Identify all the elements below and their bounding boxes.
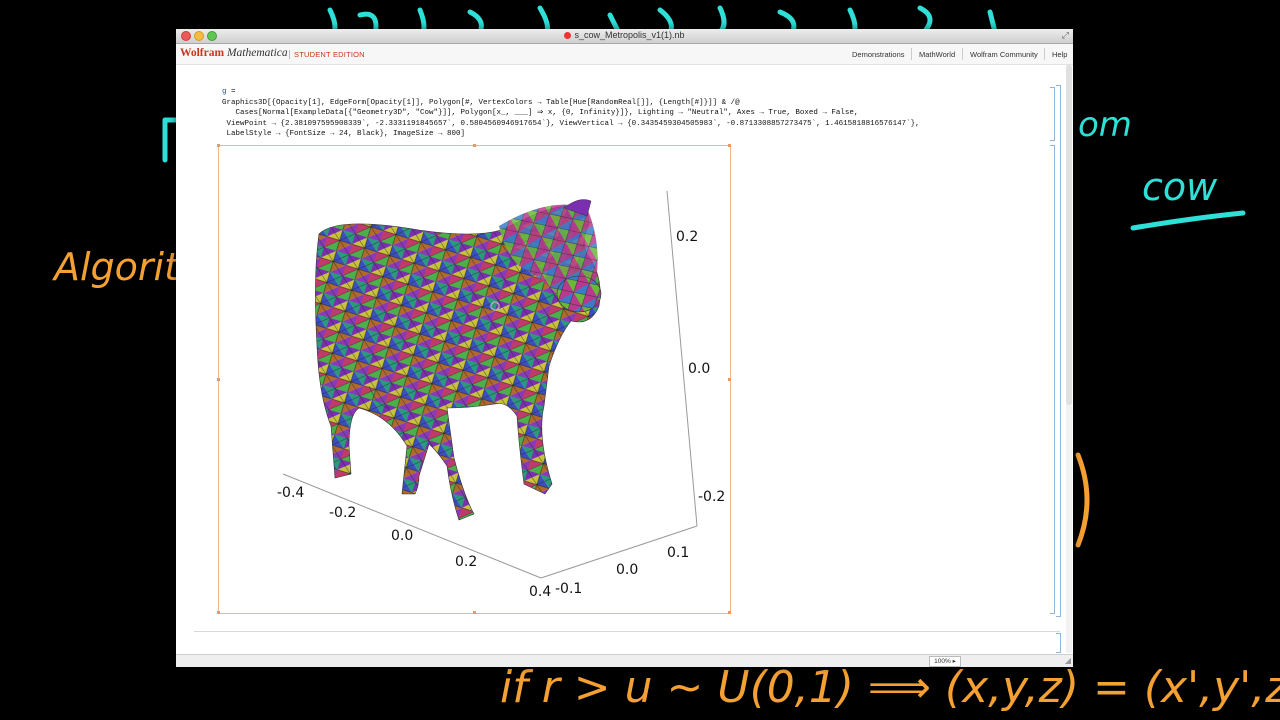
- zoom-level: 100%: [934, 658, 951, 665]
- notebook-file-icon: [564, 32, 572, 39]
- output-cell-bracket[interactable]: [1050, 145, 1055, 614]
- cell-insertion-line[interactable]: [194, 631, 1060, 632]
- fullscreen-icon[interactable]: ⤢: [1062, 30, 1069, 41]
- x-tick-label: 0.4: [529, 584, 551, 600]
- y-tick-label: 0.1: [667, 545, 689, 561]
- z-tick-label: 0.0: [688, 361, 710, 377]
- plot-canvas: 0.2 0.0 -0.2 -0.4 -0.2 0.0 0.2 0.4 -0.1 …: [277, 190, 725, 600]
- nav-link-demonstrations[interactable]: Demonstrations: [852, 50, 905, 59]
- code-line-1: Graphics3D[{Opacity[1], EdgeForm[Opacity…: [222, 98, 740, 107]
- x-tick-label: 0.2: [455, 554, 477, 570]
- logo-wolfram: Wolfram: [180, 47, 225, 59]
- code-line-3: ViewPoint → {2.381097595908339`, -2.3331…: [222, 119, 920, 128]
- status-bar: 100% ▸ ◢: [176, 654, 1073, 667]
- graphics3d-output[interactable]: 0.2 0.0 -0.2 -0.4 -0.2 0.0 0.2 0.4 -0.1 …: [217, 144, 731, 614]
- handwritten-equation: if r > u ~ U(0,1) ⟹ (x,y,z) = (x',y',z'): [500, 662, 1280, 713]
- resize-grip-icon[interactable]: ◢: [1065, 656, 1071, 665]
- x-tick-label: 0.0: [391, 528, 413, 544]
- input-cell-code[interactable]: g = Graphics3D[{Opacity[1], EdgeForm[Opa…: [222, 87, 920, 140]
- notebook-window: s_cow_Metropolis_v1(1).nb ⤢ Wolfram Math…: [176, 29, 1073, 667]
- handwritten-random-fragment: om: [1078, 105, 1132, 145]
- zoom-menu[interactable]: 100% ▸: [929, 656, 961, 667]
- window-title-text: s_cow_Metropolis_v1(1).nb: [574, 30, 685, 40]
- logo-mathematica: Mathematica: [226, 47, 288, 59]
- nav-divider: [962, 48, 963, 60]
- group-cell-bracket[interactable]: [1056, 85, 1061, 617]
- edition-label: STUDENT EDITION: [289, 50, 365, 59]
- wolfram-logo[interactable]: Wolfram Mathematica: [180, 47, 288, 59]
- code-line-4: LabelStyle → {FontSize → 24, Black}, Ima…: [222, 130, 466, 138]
- window-title: s_cow_Metropolis_v1(1).nb: [176, 30, 1073, 40]
- z-tick-label: 0.2: [676, 229, 698, 245]
- scrollbar-thumb[interactable]: [1066, 65, 1072, 405]
- code-line-2: Cases[Normal[ExampleData[{"Geometry3D", …: [222, 109, 859, 117]
- nav-link-help[interactable]: Help: [1052, 50, 1067, 59]
- nav-divider: [1044, 48, 1045, 60]
- x-tick-label: -0.2: [329, 505, 356, 521]
- y-tick-label: -0.1: [555, 581, 582, 597]
- y-tick-label: 0.0: [616, 562, 638, 578]
- nav-divider: [911, 48, 912, 60]
- x-tick-label: -0.4: [277, 485, 304, 501]
- trailing-cell-bracket[interactable]: [1056, 633, 1061, 653]
- z-tick-label: -0.2: [698, 489, 725, 505]
- code-assign: =: [226, 88, 236, 96]
- cow-mesh-model[interactable]: [315, 199, 602, 521]
- nav-link-wolfram-community[interactable]: Wolfram Community: [970, 50, 1038, 59]
- wolfram-banner: Wolfram Mathematica STUDENT EDITION Demo…: [176, 44, 1073, 65]
- handwritten-cow-label: cow: [1142, 165, 1218, 209]
- nav-link-mathworld[interactable]: MathWorld: [919, 50, 955, 59]
- zoom-arrow-icon: ▸: [952, 658, 956, 665]
- title-bar[interactable]: s_cow_Metropolis_v1(1).nb ⤢: [176, 29, 1073, 44]
- input-cell-bracket[interactable]: [1050, 87, 1055, 141]
